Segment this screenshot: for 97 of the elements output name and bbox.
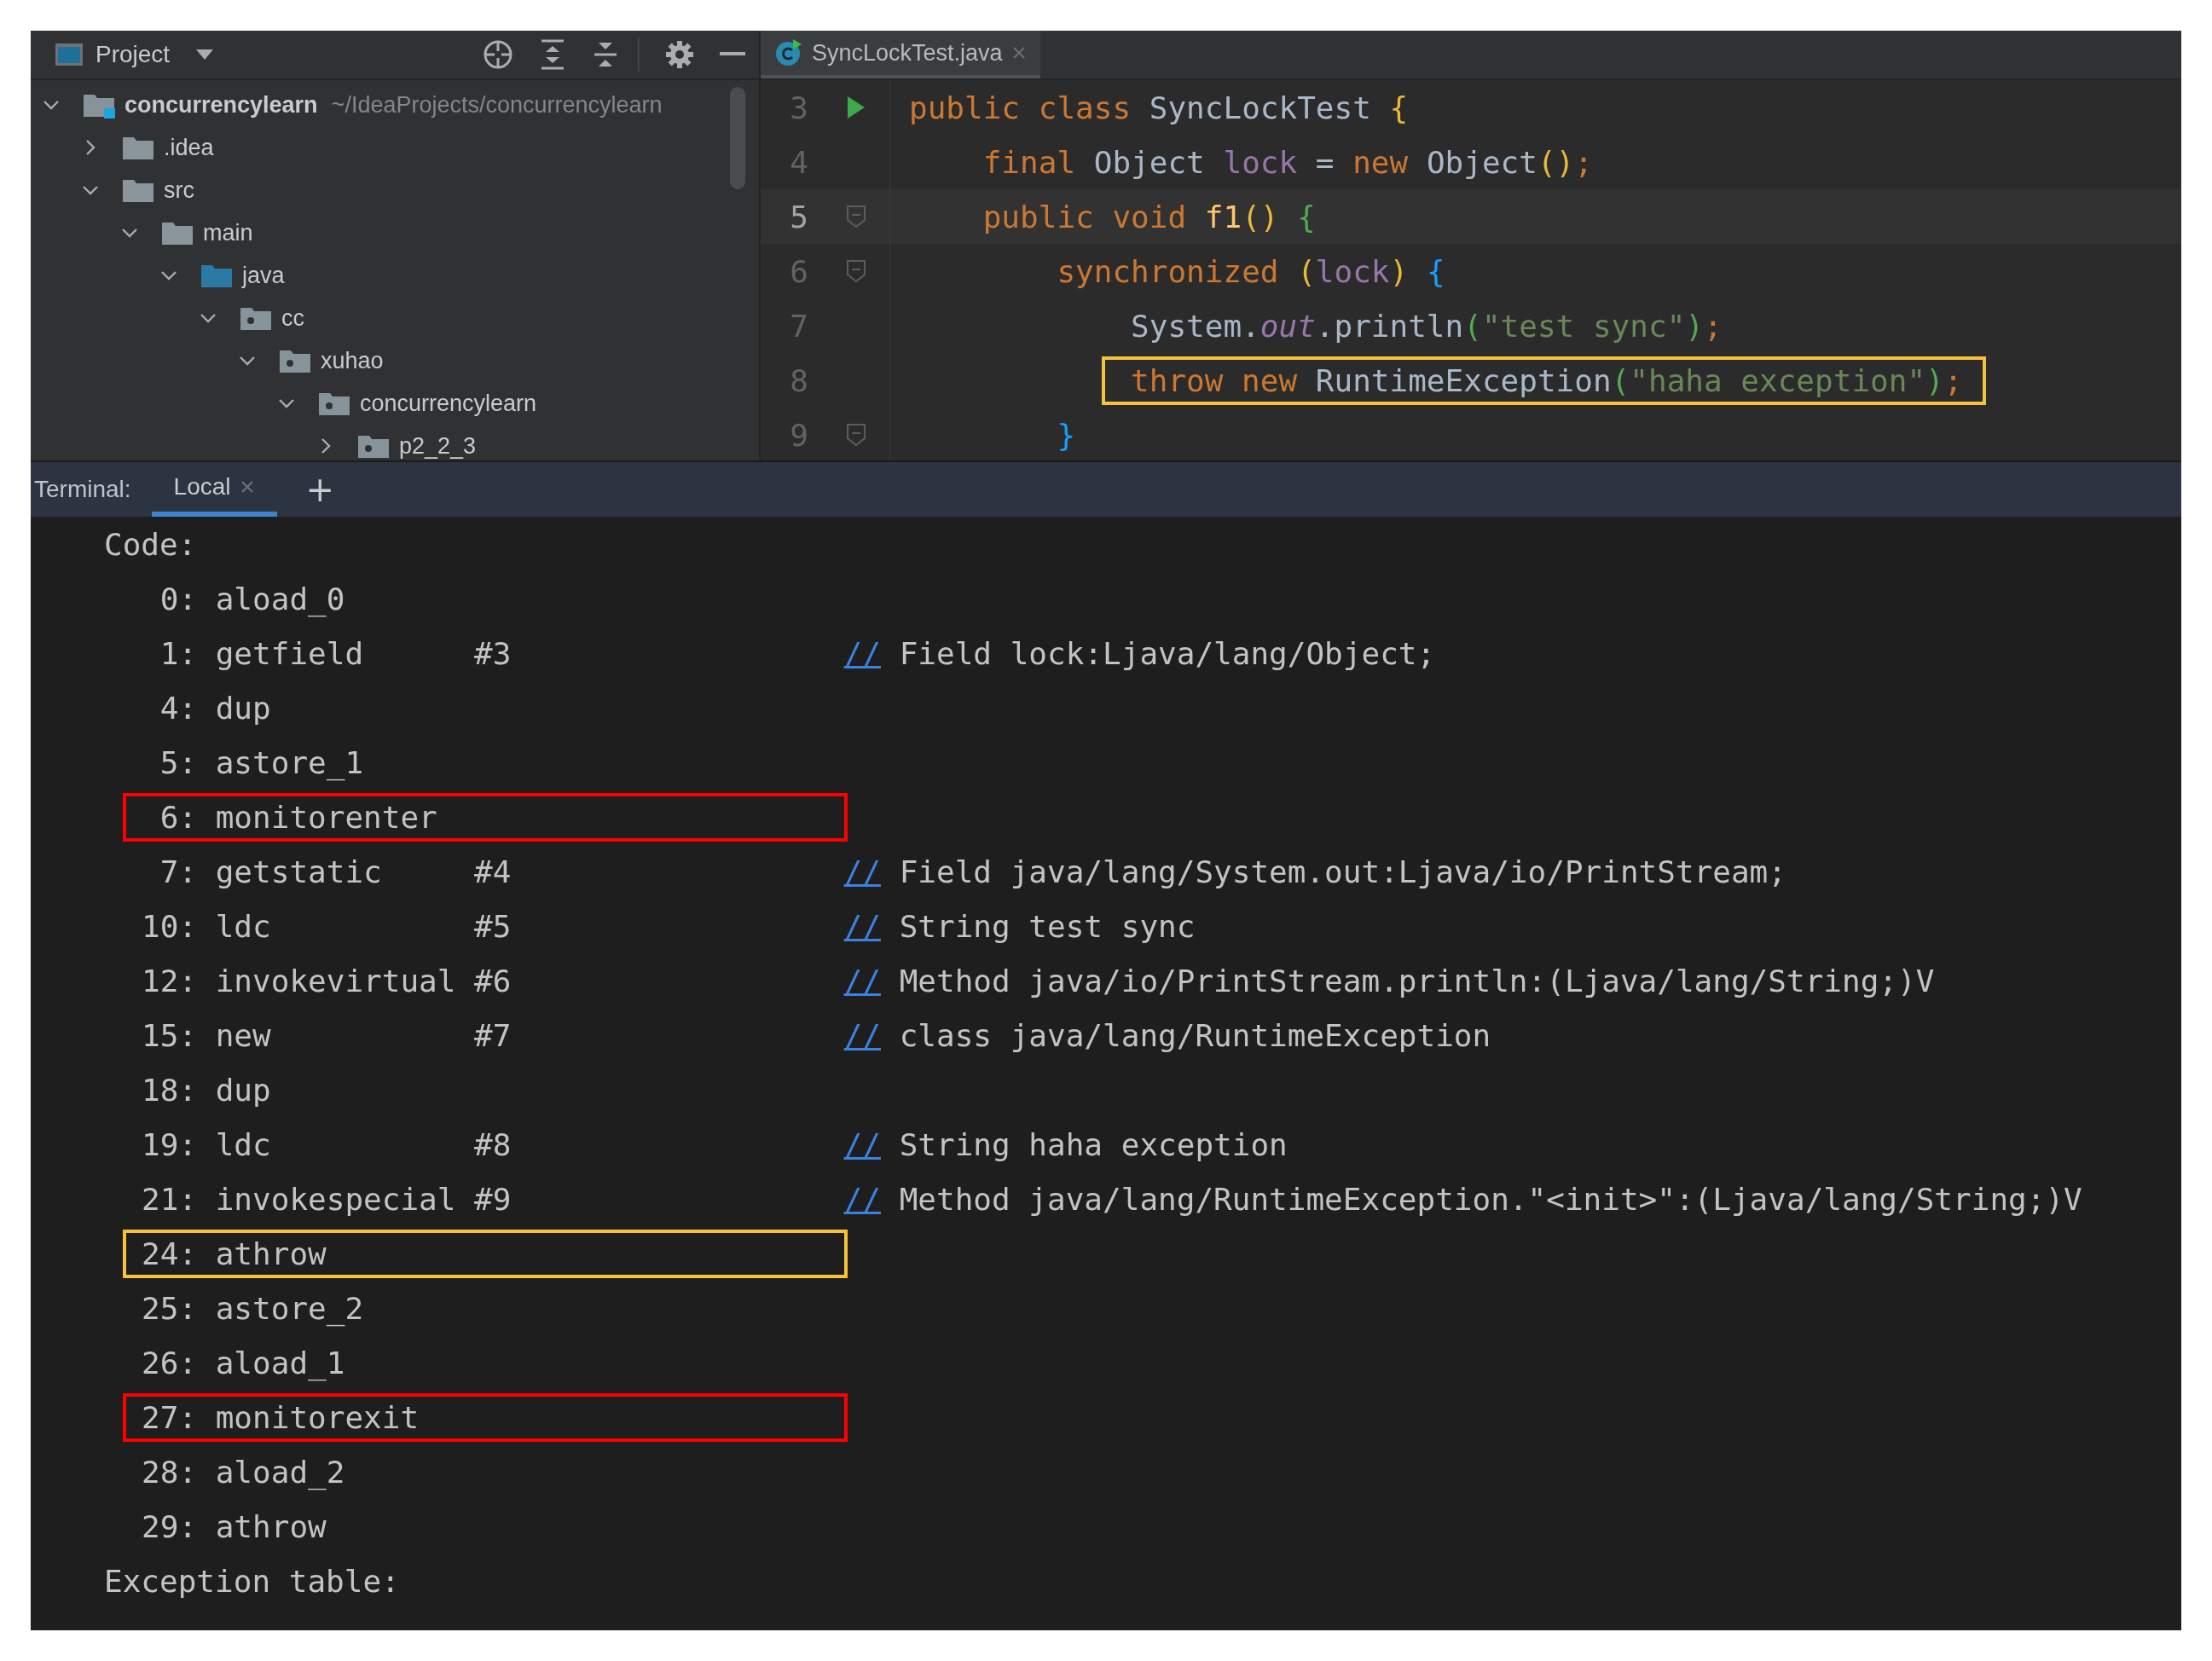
file-tab[interactable]: SyncLockTest.java [761,31,1040,78]
code-token: ; [1704,308,1723,344]
tree-item[interactable]: src [164,177,194,204]
line-number: 9 [789,417,808,453]
java-class-icon [774,38,803,67]
code-token: System. [1131,308,1260,344]
instruction-line: 21: invokespecial #9 [141,1180,512,1218]
new-tab-button[interactable]: + [297,462,344,517]
code-token: () [1242,199,1280,234]
run-icon[interactable] [845,95,866,120]
code-token: = [1315,144,1335,180]
terminal-label: Terminal: [34,476,131,503]
comment-marker: // [843,1126,881,1162]
bytecode-comment: String test sync [899,908,1196,944]
code-token: public void [982,199,1188,234]
line-number: 7 [789,308,808,344]
code-token: ; [1943,362,1963,398]
instruction-line: 1: getfield #3 [159,634,512,673]
instruction-line: 0: aload_0 [159,580,346,619]
code-token: { [1297,199,1316,234]
code-token: public class [909,90,1132,125]
tree-item[interactable]: java [242,262,285,289]
code-token: synchronized [1057,253,1280,289]
instruction-line: 28: aload_2 [141,1453,346,1492]
bytecode-comment: Method java/lang/RuntimeException."<init>":(Ljava/lang/String;)V [899,1181,2082,1217]
instruction-line: 18: dup [141,1071,272,1109]
code-token: out [1259,308,1316,344]
comment-marker: // [843,1181,881,1217]
caret-icon[interactable] [195,49,215,61]
bytecode-comment: Method java/io/PrintStream.println:(Ljava/lang/String;)V [899,963,1935,998]
code-token: ) [1389,253,1410,289]
bytecode-comment: class java/lang/RuntimeException [899,1017,1491,1053]
code-token: ( [1611,362,1630,398]
code-token: ( [1297,253,1316,289]
code-token: { [1389,90,1409,125]
line-number: 6 [789,253,808,289]
minimize-icon[interactable] [720,52,745,57]
code-token: f1 [1204,199,1242,234]
bytecode-comment: Field java/lang/System.out:Ljava/io/PrintStream; [899,854,1786,889]
line-number: 4 [789,144,808,180]
code-token: { [1426,253,1445,289]
crosshair-icon[interactable] [483,39,513,70]
instruction-line: 25: astore_2 [141,1289,365,1328]
comment-marker: // [843,963,881,998]
comment-marker: // [843,908,881,944]
code-token: RuntimeException [1315,362,1612,398]
code-token: "haha exception" [1630,362,1926,398]
code-token: throw new [1131,362,1299,398]
code-token: SyncLockTest [1149,90,1372,125]
instruction-line: 10: ldc #5 [141,907,512,946]
line-number: 8 [789,362,808,398]
project-path: ~/IdeaProjects/concurrencylearn [331,91,663,119]
code-token: "test sync" [1481,308,1686,344]
terminal-tab[interactable]: Local [151,462,277,517]
line-number: 5 [789,199,808,234]
instruction-line: 5: astore_1 [159,744,365,783]
code-token: Object [1093,144,1206,180]
tree-item[interactable]: concurrencylearn [360,390,537,417]
terminal-text: Exception table: [104,1563,400,1599]
bytecode-comment: String haha exception [899,1126,1288,1162]
close-icon[interactable] [239,479,255,495]
panel-title[interactable]: Project [96,41,171,68]
terminal-text: Code: [104,526,197,562]
code-token: ) [1685,308,1704,344]
line-number: 3 [789,90,808,125]
tree-item[interactable]: p2_2_3 [399,432,477,460]
code-token: new [1352,144,1410,180]
tree-item[interactable]: xuhao [321,347,384,374]
bytecode-comment: Field lock:Ljava/lang/Object; [899,635,1436,671]
instruction-line: 19: ldc #8 [141,1126,512,1164]
code-token: Object [1426,144,1537,180]
comment-marker: // [843,1017,881,1053]
scrollbar[interactable] [730,87,745,189]
code-token: ) [1925,362,1944,398]
tree-item[interactable]: main [203,219,253,246]
comment-marker: // [843,854,881,889]
tree-item[interactable]: .idea [164,134,214,161]
instruction-line: 29: athrow [141,1508,327,1546]
settings-icon[interactable] [665,40,694,69]
code-token: .println [1315,308,1464,344]
comment-marker: // [843,635,881,671]
instruction-line: 26: aload_1 [141,1344,346,1383]
code-token: final [982,144,1077,180]
code-token: lock [1223,144,1299,180]
code-token: } [1057,417,1076,453]
instruction-line: 4: dup [159,689,272,727]
instruction-line: 15: new #7 [141,1016,512,1055]
code-token: () [1537,144,1575,180]
instruction-line: 7: getstatic #4 [159,853,512,891]
window-icon [55,43,84,67]
expand-all-icon[interactable] [539,39,566,70]
tree-item[interactable]: concurrencylearn [124,91,318,119]
code-token: ( [1463,308,1482,344]
code-token: lock [1315,253,1390,289]
instruction-line: 12: invokevirtual #6 [141,962,512,1000]
tree-item[interactable]: cc [281,304,304,332]
code-token: ; [1574,144,1593,180]
